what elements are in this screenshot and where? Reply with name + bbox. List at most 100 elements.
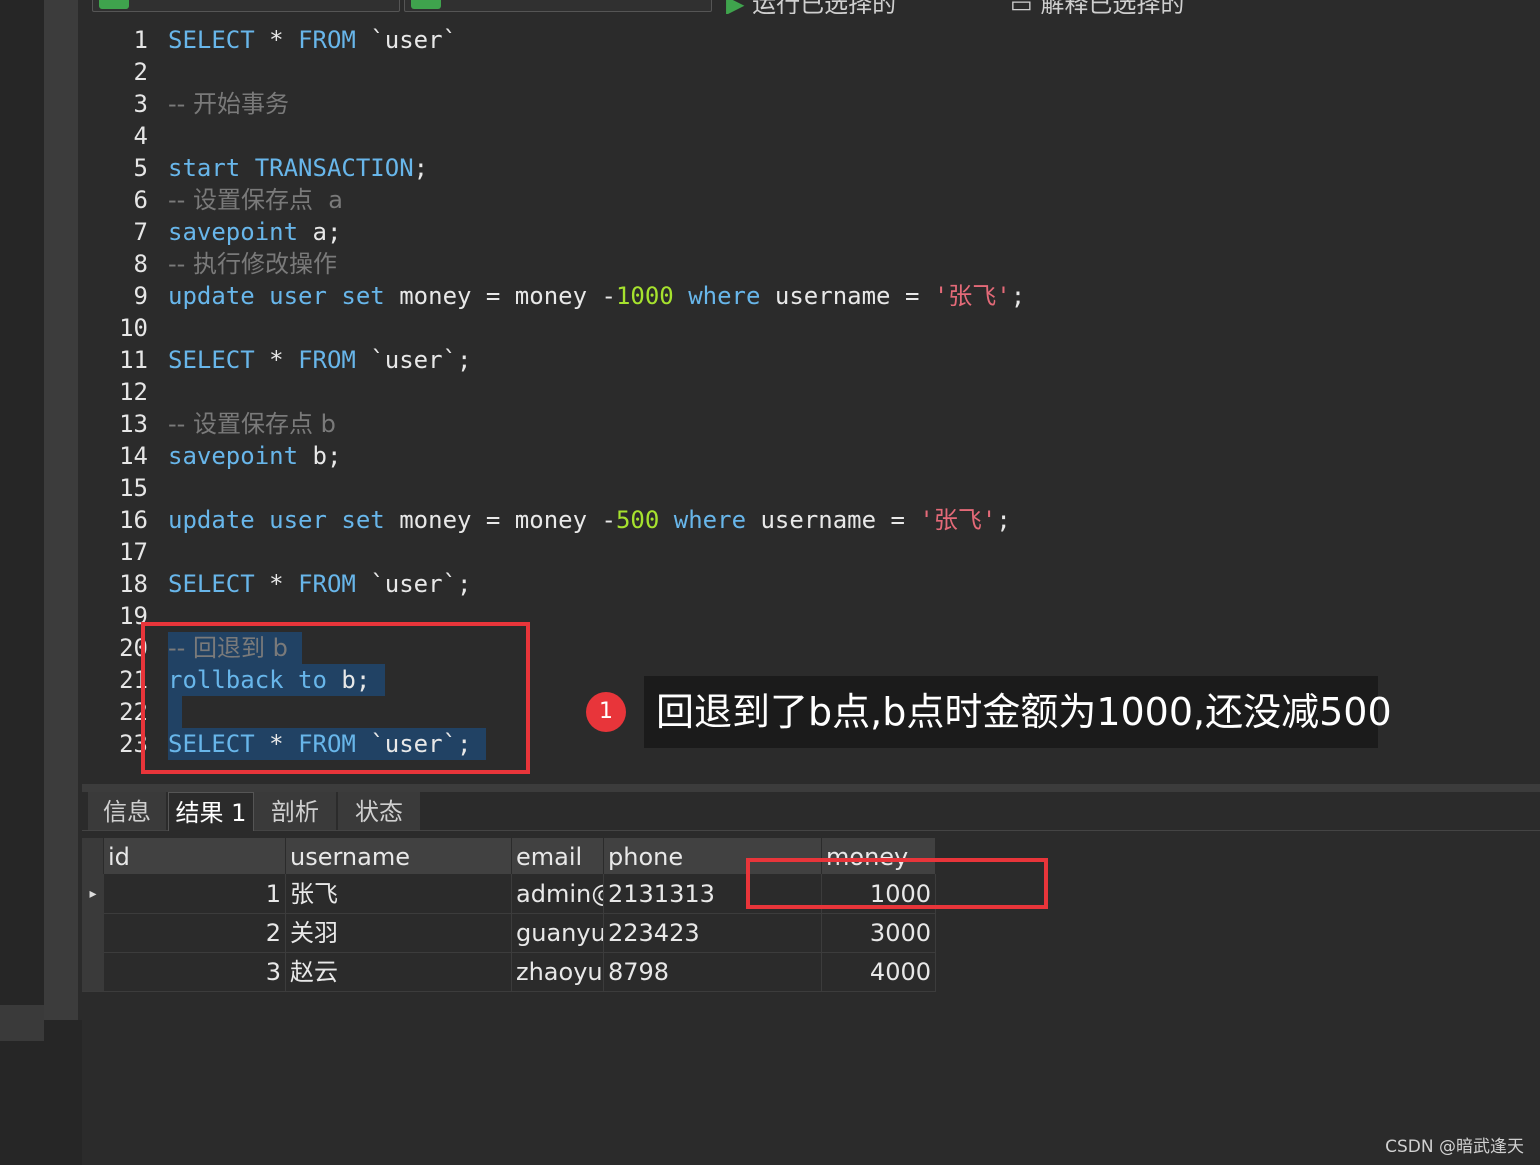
code-line[interactable]: 5 start TRANSACTION; [82,152,1540,184]
column-header-email[interactable]: email [512,838,604,874]
cell-username[interactable]: 关羽 [286,913,512,952]
line-number: 18 [119,570,148,598]
panel-splitter[interactable] [44,0,78,1020]
cell-email[interactable]: admin@ [512,874,604,913]
cell-money[interactable]: 4000 [822,952,936,991]
code-token: FROM [298,346,356,374]
code-line[interactable]: 13 -- 设置保存点 b [82,408,1540,440]
line-number: 15 [119,474,148,502]
code-token: SELECT [168,26,255,54]
line-number: 14 [119,442,148,470]
code-line[interactable]: 17 [82,536,1540,568]
line-number: 12 [119,378,148,406]
code-token: username = [760,282,934,310]
line-number: 23 [119,730,148,758]
code-text: update user set money = money -1000 wher… [168,280,1025,312]
code-token: FROM [298,26,356,54]
line-number: 7 [133,218,148,246]
line-number: 8 [133,250,148,278]
line-number: 13 [119,410,148,438]
code-text: start TRANSACTION; [168,152,428,184]
code-token: savepoint [168,442,299,470]
code-line[interactable]: 9 update user set money = money -1000 whe… [82,280,1540,312]
code-token: a; [298,218,342,246]
code-line[interactable]: 10 [82,312,1540,344]
database-icon [411,0,441,9]
code-text: -- 开始事务 [168,88,289,120]
line-number: 22 [119,698,148,726]
cell-phone[interactable]: 223423 [604,913,822,952]
code-token: user [269,282,327,310]
code-token: where [688,282,761,310]
row-selector[interactable] [82,913,104,952]
code-text: SELECT * FROM `user`; [168,344,471,376]
code-token: `user`; [355,570,472,598]
code-text: update user set money = money -500 where… [168,504,1011,536]
code-text: -- 设置保存点 a [168,184,343,216]
annotation-box-rollback [141,622,530,774]
cell-id[interactable]: 3 [104,952,286,991]
tab-status[interactable]: 状态 [338,792,421,830]
editor-results-splitter[interactable] [82,784,1540,792]
code-token: update [168,506,255,534]
database-select[interactable] [404,0,712,12]
cell-id[interactable]: 2 [104,913,286,952]
code-token: ; [1010,282,1026,310]
code-line[interactable]: 11 SELECT * FROM `user`; [82,344,1540,376]
code-line[interactable]: 14 savepoint b; [82,440,1540,472]
line-number: 4 [133,122,148,150]
code-text: savepoint b; [168,440,341,472]
code-line[interactable]: 2 [82,56,1540,88]
code-token: `user` [355,26,458,54]
cell-phone[interactable]: 8798 [604,952,822,991]
line-number: 6 [133,186,148,214]
code-line[interactable]: 6 -- 设置保存点 a [82,184,1540,216]
code-line[interactable]: 7 savepoint a; [82,216,1540,248]
row-selector[interactable] [82,952,104,991]
code-line[interactable]: 8 -- 执行修改操作 [82,248,1540,280]
connection-select[interactable] [92,0,400,12]
object-panel-selected-item[interactable] [0,1005,44,1041]
cell-username[interactable]: 张飞 [286,874,512,913]
code-token: * [254,26,299,54]
callout-text: 回退到了b点,b点时金额为1000,还没减500 [644,676,1392,748]
code-line[interactable]: 18 SELECT * FROM `user`; [82,568,1540,600]
code-line[interactable]: 4 [82,120,1540,152]
column-header-username[interactable]: username [286,838,512,874]
column-header-id[interactable]: id [104,838,286,874]
run-selected-button[interactable]: ▶ 运行已选择的 [726,0,896,14]
table-row[interactable]: 3赵云zhaoyun87984000 [82,952,936,992]
tab-result-1[interactable]: 结果 1 [168,792,254,831]
cell-email[interactable]: zhaoyun [512,952,604,991]
tab-profile[interactable]: 剖析 [254,792,337,830]
result-tabs: 信息 结果 1 剖析 状态 [82,792,1540,831]
code-line[interactable]: 1 SELECT * FROM `user` [82,24,1540,56]
code-line[interactable]: 16 update user set money = money -500 whe… [82,504,1540,536]
cell-money[interactable]: 3000 [822,913,936,952]
cell-id[interactable]: 1 [104,874,286,913]
explain-selected-button[interactable]: ▭ 解释已选择的 [1010,0,1184,14]
cell-email[interactable]: guanyu [512,913,604,952]
table-row[interactable]: 2 关羽 guanyu 223423 3000 [82,913,936,953]
code-text: -- 设置保存点 b [168,408,336,440]
row-selector[interactable]: ▸ [82,874,104,913]
code-token: -- 设置保存点 a [168,186,343,214]
code-line[interactable]: 3 -- 开始事务 [82,88,1540,120]
tab-info[interactable]: 信息 [88,792,167,830]
code-token: TRANSACTION [254,154,414,182]
code-token: update [168,282,255,310]
code-text: SELECT * FROM `user` [168,24,457,56]
watermark: CSDN @暗武逢天 [1385,1137,1524,1157]
code-token: ; [413,154,429,182]
cell-username[interactable]: 赵云 [286,952,512,991]
line-number: 2 [133,58,148,86]
code-token: * [254,570,299,598]
code-line[interactable]: 12 [82,376,1540,408]
code-line[interactable]: 15 [82,472,1540,504]
